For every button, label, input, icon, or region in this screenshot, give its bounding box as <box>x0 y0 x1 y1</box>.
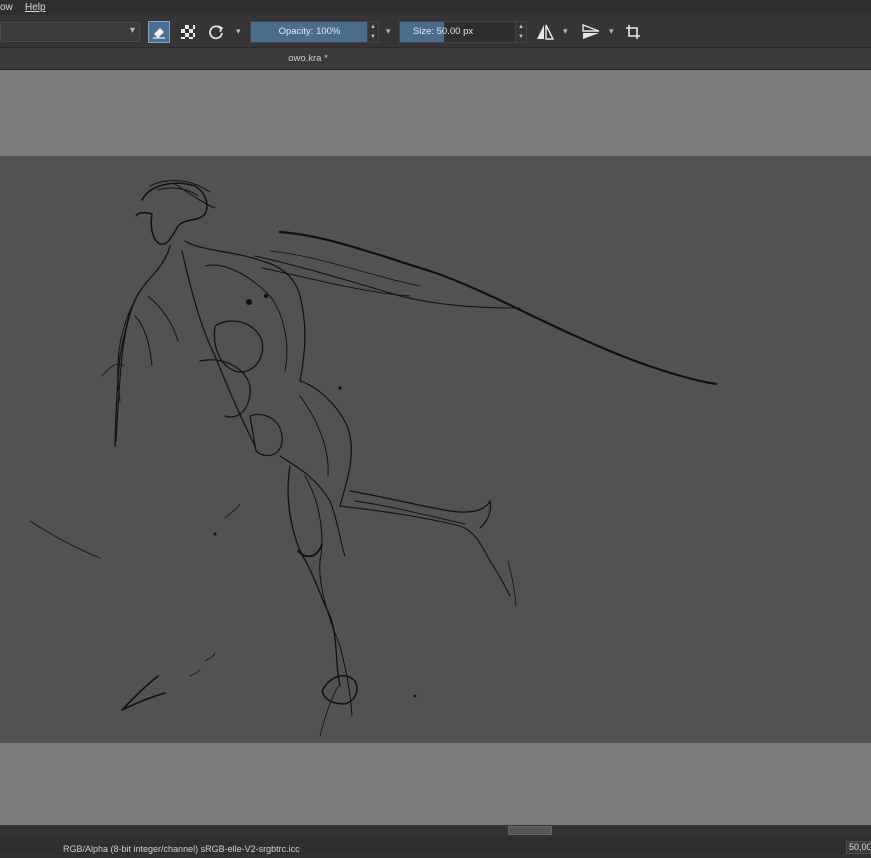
chevron-down-icon[interactable]: ▾ <box>386 26 391 37</box>
eraser-icon <box>153 28 165 39</box>
reload-preset-icon <box>209 25 224 40</box>
menu-bar: ow Help <box>0 0 871 15</box>
sketch-drawing <box>29 180 718 737</box>
chevron-down-icon[interactable]: ▾ <box>236 26 241 37</box>
scrollbar-thumb[interactable] <box>508 826 552 835</box>
zoom-field[interactable]: 50,00% <box>846 841 871 854</box>
mirror-vertical-button[interactable] <box>580 21 602 43</box>
mirror-horizontal-button[interactable] <box>534 21 556 43</box>
size-spin-arrows[interactable]: ▲ ▼ <box>515 22 526 42</box>
document-tab-bar: owo.kra * <box>0 48 871 70</box>
document-tab[interactable]: owo.kra * <box>0 48 616 69</box>
tool-options-bar: ▾ ▾ Opacity: 100% ▲ ▼ ▾ Size: 50.00 px ▲ ▼ <box>0 15 871 48</box>
wrap-around-icon <box>626 25 640 39</box>
blending-mode-select[interactable]: ▾ <box>0 22 140 42</box>
opacity-slider[interactable]: Opacity: 100% ▲ ▼ <box>250 21 379 43</box>
size-slider[interactable]: Size: 50.00 px ▲ ▼ <box>399 21 527 43</box>
horizontal-scrollbar[interactable] <box>0 825 871 837</box>
menu-window[interactable]: ow <box>0 0 13 15</box>
chevron-down-icon: ▾ <box>129 25 135 36</box>
chevron-down-icon[interactable]: ▾ <box>563 26 568 37</box>
reload-preset-button[interactable] <box>205 21 227 43</box>
menu-help[interactable]: Help <box>25 0 46 15</box>
alpha-lock-icon <box>181 25 195 39</box>
opacity-spin-arrows[interactable]: ▲ ▼ <box>367 22 378 42</box>
status-bar: RGB/Alpha (8-bit integer/channel) sRGB-e… <box>0 837 871 854</box>
opacity-label: Opacity: 100% <box>278 26 341 37</box>
preserve-alpha-button[interactable] <box>177 21 199 43</box>
wrap-around-button[interactable] <box>622 21 644 43</box>
size-label: Size: 50.00 px <box>412 26 474 37</box>
eraser-mode-button[interactable] <box>148 21 170 43</box>
mirror-horizontal-icon <box>537 24 555 40</box>
mirror-vertical-icon <box>582 23 600 39</box>
chevron-down-icon[interactable]: ▾ <box>609 26 614 37</box>
color-profile-label: RGB/Alpha (8-bit integer/channel) sRGB-e… <box>63 844 300 854</box>
